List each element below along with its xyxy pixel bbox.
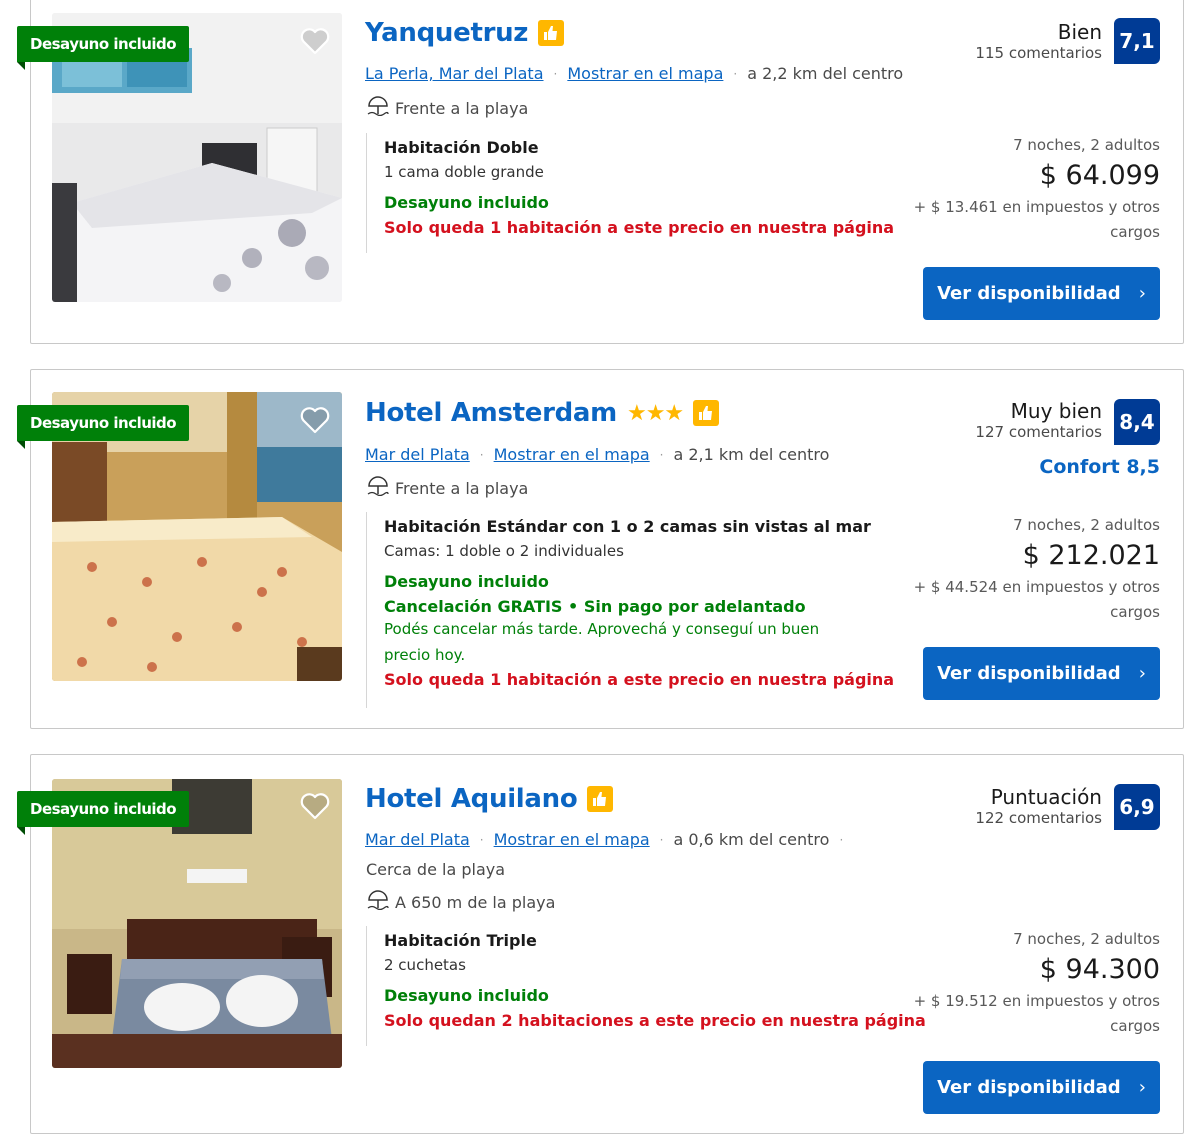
breakfast-ribbon: Desayuno incluido <box>17 791 190 835</box>
beach-umbrella-icon <box>367 476 389 500</box>
price: $ 64.099 <box>1039 160 1160 191</box>
location-link[interactable]: Mar del Plata <box>365 445 470 464</box>
thumbs-up-icon <box>693 400 720 426</box>
rating-block[interactable]: Muy bien 127 comentarios <box>975 399 1102 441</box>
room-details: Habitación Triple 2 cuchetas Desayuno in… <box>366 926 926 1046</box>
breakfast-included: Desayuno incluido <box>384 572 549 591</box>
thumbs-up-icon <box>587 786 614 812</box>
comfort-score: Confort 8,5 <box>1039 456 1160 478</box>
hotel-name[interactable]: Hotel Aquilano <box>365 784 578 814</box>
room-title: Habitación Triple <box>384 931 537 950</box>
stay-summary: 7 noches, 2 adultos <box>1013 136 1160 154</box>
stay-summary: 7 noches, 2 adultos <box>1013 930 1160 948</box>
review-count: 127 comentarios <box>975 423 1102 441</box>
show-map-link[interactable]: Mostrar en el mapa <box>494 830 650 849</box>
room-beds: Camas: 1 doble o 2 individuales <box>384 542 624 560</box>
beach-text: A 650 m de la playa <box>395 892 556 912</box>
review-score[interactable]: 7,1 <box>1114 18 1160 64</box>
rating-label: Puntuación <box>990 785 1102 809</box>
location-row: La Perla, Mar del Plata · Mostrar en el … <box>365 64 903 83</box>
beach-text: Frente a la playa <box>395 98 529 118</box>
room-details: Habitación Doble 1 cama doble grande Des… <box>366 133 894 253</box>
favorite-heart-icon[interactable] <box>299 404 331 436</box>
separator: · <box>479 832 484 847</box>
button-label: Ver disponibilidad <box>937 663 1121 684</box>
show-map-link[interactable]: Mostrar en el mapa <box>567 64 723 83</box>
rating-block[interactable]: Bien 115 comentarios <box>975 20 1102 62</box>
beach-umbrella-icon <box>367 96 389 120</box>
scarcity-message: Solo queda 1 habitación a este precio en… <box>384 218 895 237</box>
chevron-right-icon: › <box>1138 1077 1146 1098</box>
location-row: Mar del Plata · Mostrar en el mapa · a 2… <box>365 445 829 464</box>
location-link[interactable]: La Perla, Mar del Plata <box>365 64 544 83</box>
hotel-title-row: Hotel Amsterdam ★★★ <box>365 398 720 428</box>
price: $ 212.021 <box>1022 540 1160 571</box>
chevron-right-icon: › <box>1138 283 1146 304</box>
distance-text: a 2,1 km del centro <box>673 445 830 464</box>
separator: · <box>659 447 664 462</box>
location-row: Mar del Plata · Mostrar en el mapa · a 0… <box>365 830 843 849</box>
price: $ 94.300 <box>1039 954 1160 985</box>
room-title: Habitación Estándar con 1 o 2 camas sin … <box>384 517 871 536</box>
breakfast-included: Desayuno incluido <box>384 986 549 1005</box>
scarcity-message: Solo queda 1 habitación a este precio en… <box>384 670 895 689</box>
star-rating: ★★★ <box>626 400 684 426</box>
beach-row: Frente a la playa <box>367 96 528 120</box>
distance-text: a 0,6 km del centro <box>673 830 830 849</box>
breakfast-included: Desayuno incluido <box>384 193 549 212</box>
chevron-right-icon: › <box>1138 663 1146 684</box>
review-score[interactable]: 8,4 <box>1114 399 1160 445</box>
separator: · <box>839 832 844 847</box>
distance-text: a 2,2 km del centro <box>747 64 904 83</box>
see-availability-button[interactable]: Ver disponibilidad › <box>923 1061 1160 1114</box>
review-count: 122 comentarios <box>975 809 1102 827</box>
rating-label: Bien <box>1057 20 1102 44</box>
price-block: 7 noches, 2 adultos $ 64.099 + $ 13.461 … <box>900 136 1160 245</box>
beach-text: Frente a la playa <box>395 478 529 498</box>
button-label: Ver disponibilidad <box>937 1077 1121 1098</box>
hotel-name[interactable]: Hotel Amsterdam <box>365 398 617 428</box>
see-availability-button[interactable]: Ver disponibilidad › <box>923 647 1160 700</box>
location-link[interactable]: Mar del Plata <box>365 830 470 849</box>
room-details: Habitación Estándar con 1 o 2 camas sin … <box>366 512 894 708</box>
separator: · <box>659 832 664 847</box>
taxes-text: + $ 13.461 en impuestos y otros cargos <box>913 198 1160 241</box>
review-count: 115 comentarios <box>975 44 1102 62</box>
room-beds: 1 cama doble grande <box>384 163 544 181</box>
hotel-title-row: Yanquetruz <box>365 18 565 48</box>
separator: · <box>733 66 738 81</box>
separator: · <box>553 66 558 81</box>
stay-summary: 7 noches, 2 adultos <box>1013 516 1160 534</box>
beach-row: Frente a la playa <box>367 476 528 500</box>
breakfast-ribbon: Desayuno incluido <box>17 26 190 70</box>
room-beds: 2 cuchetas <box>384 956 466 974</box>
cancellation-note: Podés cancelar más tarde. Aprovechá y co… <box>384 620 820 664</box>
review-score[interactable]: 6,9 <box>1114 784 1160 830</box>
room-title: Habitación Doble <box>384 138 539 157</box>
price-block: 7 noches, 2 adultos $ 212.021 + $ 44.524… <box>900 516 1160 625</box>
thumbs-up-icon <box>538 20 565 46</box>
hotel-name[interactable]: Yanquetruz <box>365 18 528 48</box>
favorite-heart-icon[interactable] <box>299 25 331 57</box>
favorite-heart-icon[interactable] <box>299 790 331 822</box>
hotel-title-row: Hotel Aquilano <box>365 784 614 814</box>
separator: · <box>479 447 484 462</box>
taxes-text: + $ 19.512 en impuestos y otros cargos <box>913 992 1160 1035</box>
beach-row: A 650 m de la playa <box>367 890 555 914</box>
rating-block[interactable]: Puntuación 122 comentarios <box>975 785 1102 827</box>
taxes-text: + $ 44.524 en impuestos y otros cargos <box>913 578 1160 621</box>
breakfast-ribbon: Desayuno incluido <box>17 405 190 449</box>
see-availability-button[interactable]: Ver disponibilidad › <box>923 267 1160 320</box>
price-block: 7 noches, 2 adultos $ 94.300 + $ 19.512 … <box>900 930 1160 1039</box>
show-map-link[interactable]: Mostrar en el mapa <box>494 445 650 464</box>
free-cancellation: Cancelación GRATIS • Sin pago por adelan… <box>384 597 806 616</box>
beach-umbrella-icon <box>367 890 389 914</box>
scarcity-message: Solo quedan 2 habitaciones a este precio… <box>384 1011 926 1030</box>
button-label: Ver disponibilidad <box>937 283 1121 304</box>
rating-label: Muy bien <box>1010 399 1102 423</box>
near-beach-text: Cerca de la playa <box>366 860 506 879</box>
